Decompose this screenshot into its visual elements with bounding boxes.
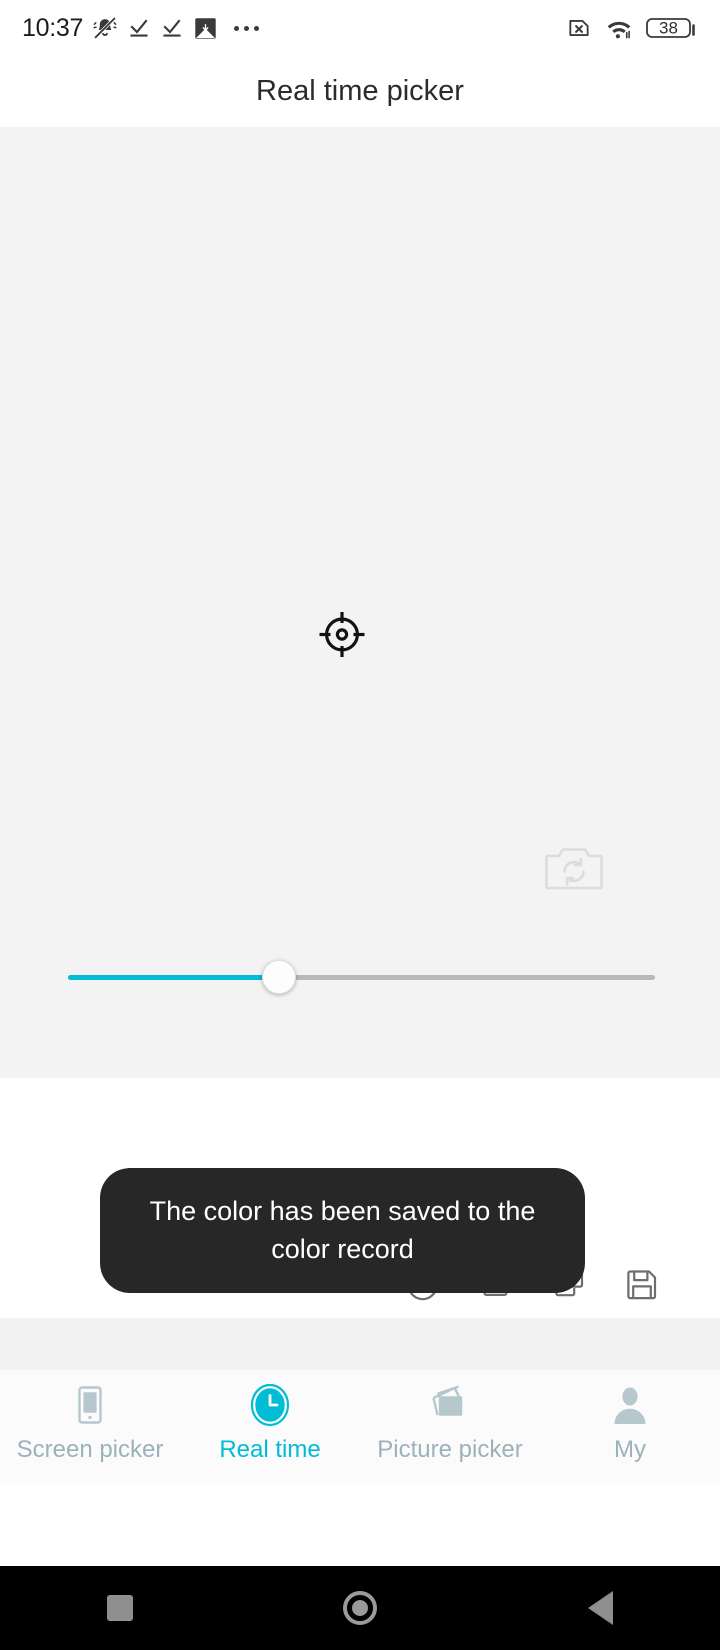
overflow-dots-icon — [234, 25, 260, 31]
phone-screen-icon — [71, 1383, 109, 1427]
nav-label-screen-picker: Screen picker — [16, 1436, 164, 1463]
sim-card-disabled-icon — [569, 20, 589, 36]
clock-icon — [250, 1383, 290, 1427]
nav-item-screen-picker[interactable]: Screen picker — [0, 1383, 180, 1464]
toast-message: The color has been saved to the color re… — [100, 1168, 585, 1293]
nav-item-real-time[interactable]: Real time — [180, 1383, 360, 1464]
status-bar-left: 10:37 — [22, 13, 260, 42]
page-title: Real time picker — [256, 75, 464, 107]
system-navigation-bar — [0, 1566, 720, 1650]
nav-item-picture-picker[interactable]: Picture picker — [360, 1383, 540, 1464]
home-circle-button[interactable] — [240, 1591, 480, 1625]
nav-label-picture-picker: Picture picker — [377, 1436, 523, 1463]
nav-label-my: My — [614, 1436, 646, 1463]
nav-label-real-time: Real time — [219, 1436, 321, 1463]
zoom-slider-thumb[interactable] — [262, 960, 297, 994]
status-bar-clock: 10:37 — [22, 13, 84, 42]
pictures-icon — [427, 1383, 473, 1427]
status-bar-right: 38 — [566, 15, 698, 41]
panel-divider — [0, 1318, 720, 1370]
status-bar: 10:37 38 — [0, 0, 720, 56]
header-bar: Real time picker — [0, 56, 720, 127]
bell-mute-icon — [93, 16, 117, 39]
image-download-icon — [195, 17, 216, 39]
nav-item-my[interactable]: My — [540, 1383, 720, 1464]
realtime-preview-area[interactable] — [0, 127, 720, 1078]
crosshair-target-icon[interactable] — [316, 609, 368, 666]
floppy-save-icon[interactable] — [616, 1258, 668, 1310]
task-done-icon — [163, 19, 181, 37]
battery-icon: 38 — [646, 15, 698, 41]
back-triangle-button[interactable] — [480, 1591, 720, 1625]
person-icon — [610, 1383, 650, 1427]
bottom-navigation: Screen picker Real time Picture picker M… — [0, 1370, 720, 1484]
camera-switch-icon[interactable] — [545, 843, 603, 898]
wifi-icon — [607, 21, 631, 39]
recents-square-button[interactable] — [0, 1595, 240, 1621]
zoom-slider-fill — [68, 975, 280, 980]
battery-level-text: 38 — [659, 18, 678, 38]
task-done-icon — [130, 19, 148, 37]
